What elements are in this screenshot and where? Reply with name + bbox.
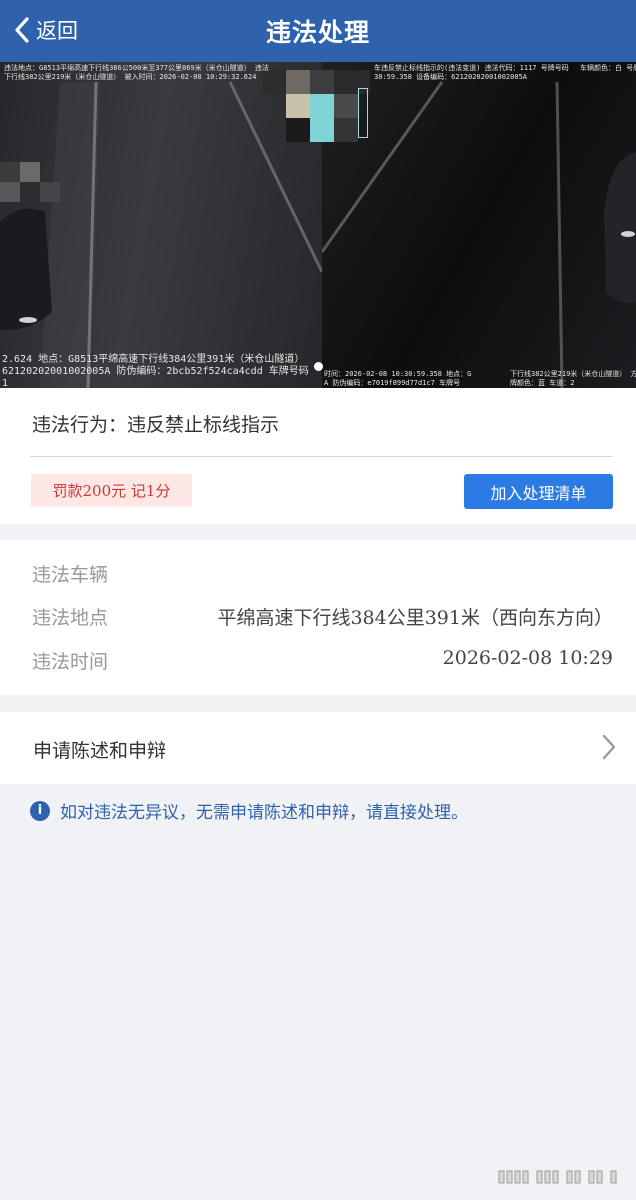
back-label: 返回 — [36, 19, 78, 43]
info-icon: i — [30, 800, 50, 821]
location-label: 违法地点 — [32, 607, 109, 629]
divider — [30, 456, 613, 457]
fine-badge: 罚款200元 记1分 — [31, 474, 192, 507]
behavior-label: 违法行为： — [32, 414, 128, 436]
violation-details-card: 违法车辆 违法地点 平绵高速下行线384公里391米（西向东方向） 违法时间 2… — [0, 540, 636, 695]
carousel-page-indicator[interactable] — [314, 362, 323, 371]
time-label: 违法时间 — [32, 651, 109, 673]
behavior-value: 违反禁止标线指示 — [127, 414, 280, 436]
right-bottom-caption-2: A 防伪编码：e7019f899d77d1c7 车牌号 — [324, 379, 461, 387]
left-top-caption-1: 违法地点：G8513平绵高速下行线386公500米至377公里869米（米仓山隧… — [4, 64, 269, 72]
left-top-caption-2: 下行线382公里219米（米仓山隧道） 被入时间：2026-02-08 10:2… — [4, 73, 257, 81]
chevron-left-icon — [15, 17, 29, 43]
right-bottom-caption-1: 时间：2026-02-08 10:30:59.358 地点：G — [324, 370, 472, 378]
right-bottom-caption-4: 牌颜色：蓝 车道：2 — [510, 379, 575, 387]
face-mosaic — [262, 70, 370, 144]
right-bottom-caption-3: 下行线382公里219米（米仓山隧道） 方向 — [510, 370, 636, 378]
left-bottom-caption-3: 1 — [2, 378, 9, 388]
notice: i 如对违法无异议，无需申请陈述和申辩，请直接处理。 — [30, 798, 468, 823]
right-top-caption-1: 车违反禁止标线指示的(违法变道) 违法代码：1117 号牌号码 — [374, 64, 569, 72]
license-mosaic-left — [0, 162, 60, 222]
page-title: 违法处理 — [265, 18, 370, 47]
notice-text: 如对违法无异议，无需申请陈述和申辩，请直接处理。 — [60, 803, 468, 823]
left-bottom-caption-1: 2.624 地点：G8513平绵高速下行线384公里391米（米仓山隧道） — [2, 354, 305, 365]
evidence-photo-carousel[interactable]: 违法地点：G8513平绵高速下行线386公500米至377公里869米（米仓山隧… — [0, 62, 636, 388]
home-indicator-icon — [498, 1170, 617, 1184]
chevron-right-icon — [602, 734, 616, 760]
violation-behavior: 违法行为：违反禁止标线指示 — [32, 410, 279, 437]
location-value: 平绵高速下行线384公里391米（西向东方向） — [217, 607, 613, 629]
appeal-row[interactable]: 申请陈述和申辩 — [0, 712, 636, 784]
right-top-caption-3: 车辆颜色：白 号牌 — [580, 64, 636, 72]
time-value: 2026-02-08 10:29 — [442, 647, 613, 669]
app-header: 返回 违法处理 — [0, 0, 636, 62]
back-button[interactable]: 返回 — [14, 10, 78, 50]
vehicle-label: 违法车辆 — [32, 564, 109, 586]
appeal-label: 申请陈述和申辩 — [33, 740, 167, 762]
right-top-caption-2: 30:59.358 设备编码：62120202001002005A — [374, 73, 528, 81]
add-to-list-button[interactable]: 加入处理清单 — [464, 474, 613, 509]
left-bottom-caption-2: 62120202001002005A 防伪编码：2bcb52f524ca4cdd… — [2, 366, 309, 377]
